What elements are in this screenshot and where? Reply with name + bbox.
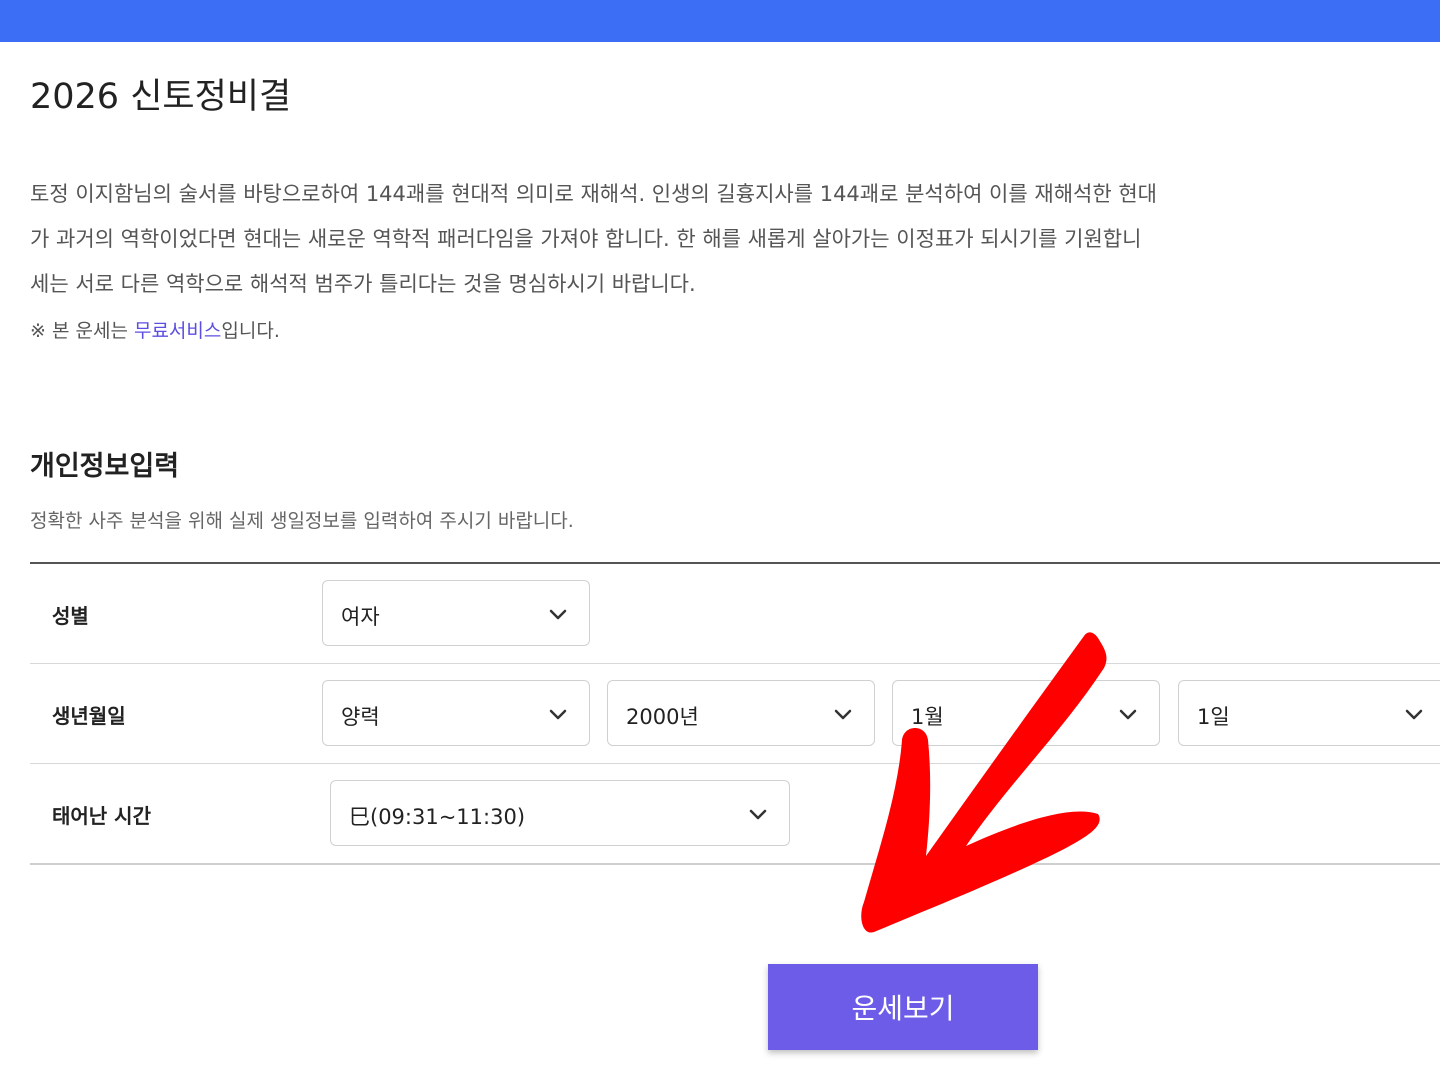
year-select[interactable]: 2000년 [607,680,875,746]
birthdate-row: 생년월일 양력 2000년 1월 1일 [30,664,1440,764]
description-line: 토정 이지함님의 술서를 바탕으로하여 144괘를 현대적 의미로 재해석. 인… [30,182,1157,206]
year-value: 2000년 [626,705,699,729]
gender-select-value: 여자 [341,605,380,629]
chevron-down-icon [749,809,767,820]
fortune-view-button[interactable]: 운세보기 [768,964,1038,1050]
calendar-type-value: 양력 [341,705,380,729]
notice-suffix: 입니다. [221,320,280,342]
top-navigation-bar [0,0,1440,42]
birthtime-row: 태어난 시간 巳(09:31~11:30) [30,764,1440,865]
birthtime-select[interactable]: 巳(09:31~11:30) [330,780,790,846]
notice-prefix: ※ 본 운세는 [30,320,134,342]
free-service-highlight: 무료서비스 [133,320,222,342]
description-line: 세는 서로 다른 역학으로 해석적 범주가 틀리다는 것을 명심하시기 바랍니다… [30,272,696,296]
chevron-down-icon [549,609,567,620]
birthtime-label: 태어난 시간 [52,804,151,828]
chevron-down-icon [549,709,567,720]
birthtime-value: 巳(09:31~11:30) [349,805,526,829]
gender-row: 성별 여자 [30,564,1440,664]
section-subtitle: 정확한 사주 분석을 위해 실제 생일정보를 입력하여 주시기 바랍니다. [30,510,574,532]
chevron-down-icon [1405,709,1423,720]
gender-label: 성별 [52,604,89,628]
service-description: 토정 이지함님의 술서를 바탕으로하여 144괘를 현대적 의미로 재해석. 인… [30,172,1440,307]
gender-select[interactable]: 여자 [322,580,590,646]
day-select[interactable]: 1일 [1178,680,1440,746]
description-line: 가 과거의 역학이었다면 현대는 새로운 역학적 패러다임을 가져야 합니다. … [30,227,1142,251]
section-title: 개인정보입력 [30,451,180,482]
personal-info-form: 성별 여자 생년월일 양력 2000년 1월 1일 태어난 시간 巳(09:31… [30,562,1440,865]
page-title: 2026 신토정비결 [30,77,292,117]
red-arrow-icon [861,632,1107,933]
calendar-type-select[interactable]: 양력 [322,680,590,746]
birthdate-label: 생년월일 [52,704,126,728]
day-value: 1일 [1197,705,1230,729]
free-service-notice: ※ 본 운세는 무료서비스입니다. [30,316,280,343]
